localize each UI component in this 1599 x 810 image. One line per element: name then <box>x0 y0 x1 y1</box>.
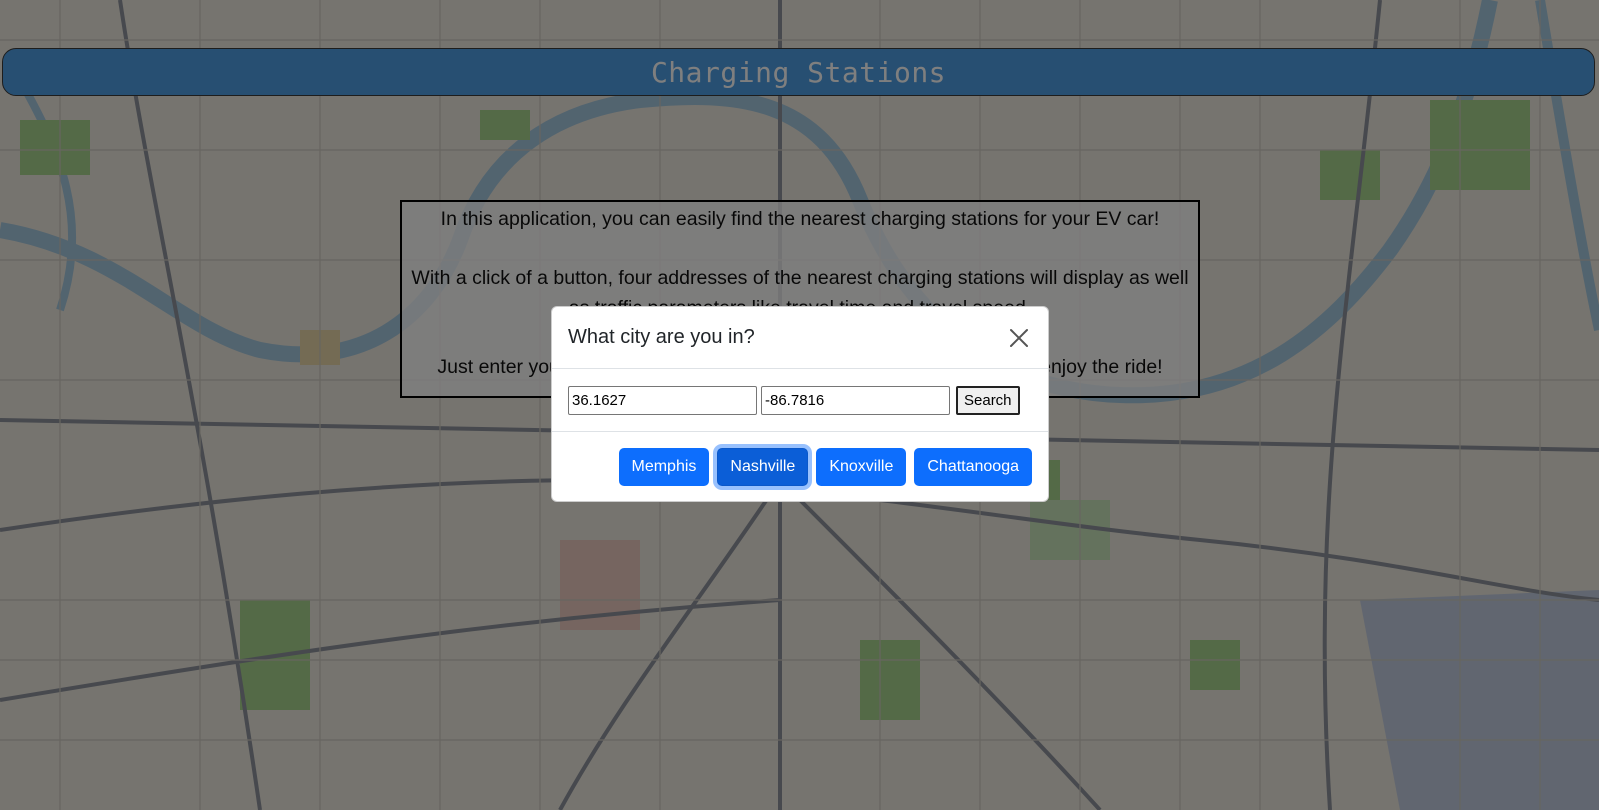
city-button-nashville[interactable]: Nashville <box>717 447 809 486</box>
city-button-memphis[interactable]: Memphis <box>618 447 710 486</box>
modal-title: What city are you in? <box>568 326 755 348</box>
city-modal: What city are you in? Search Memphis Nas… <box>551 306 1049 502</box>
latitude-input[interactable] <box>568 385 757 415</box>
close-button[interactable] <box>1006 325 1032 351</box>
search-button[interactable]: Search <box>956 385 1020 415</box>
close-icon <box>1010 328 1028 347</box>
modal-footer: Memphis Nashville Knoxville Chattanooga <box>552 432 1048 501</box>
longitude-input[interactable] <box>761 385 950 415</box>
modal-header: What city are you in? <box>552 307 1048 369</box>
city-button-knoxville[interactable]: Knoxville <box>816 447 907 486</box>
modal-body: Search <box>552 369 1048 432</box>
city-button-chattanooga[interactable]: Chattanooga <box>914 447 1032 486</box>
